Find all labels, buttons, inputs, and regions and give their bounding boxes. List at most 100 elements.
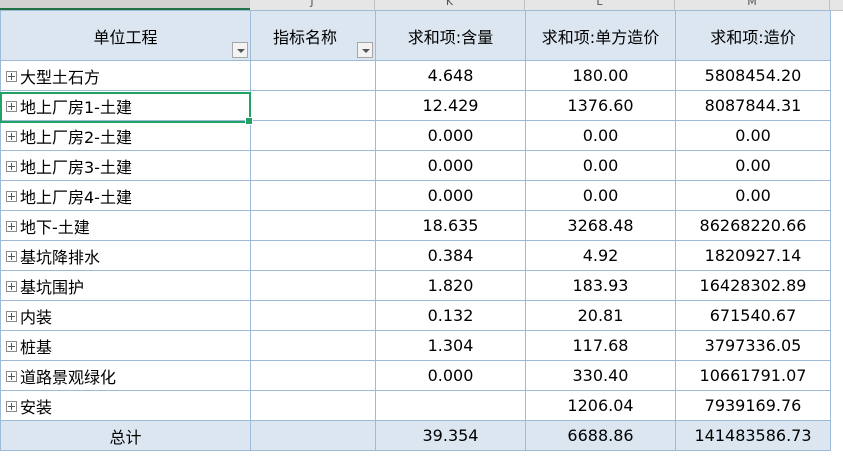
column-header-l[interactable]: L [525, 0, 675, 10]
row-label-cell[interactable]: 地上厂房1-土建 [0, 90, 251, 121]
row-label-cell[interactable]: 地上厂房4-土建 [0, 180, 251, 211]
unit-cost-cell[interactable]: 4.92 [525, 240, 676, 271]
cost-cell[interactable]: 0.00 [675, 120, 831, 151]
selected-column-highlight [0, 0, 250, 10]
indicator-cell[interactable] [250, 270, 376, 301]
total-cost-cell[interactable]: 141483586.73 [675, 420, 831, 451]
row-label-cell[interactable]: 内装 [0, 300, 251, 331]
filter-dropdown-icon[interactable] [357, 42, 373, 58]
row-label-cell[interactable]: 地下-土建 [0, 210, 251, 241]
expand-icon[interactable] [6, 190, 17, 202]
row-label: 地下-土建 [20, 217, 90, 237]
content-cell[interactable]: 1.820 [375, 270, 526, 301]
unit-cost-cell[interactable]: 0.00 [525, 120, 676, 151]
unit-cost-cell[interactable]: 1206.04 [525, 390, 676, 421]
header-cell-cost[interactable]: 求和项:造价 [675, 10, 831, 61]
indicator-cell[interactable] [250, 120, 376, 151]
expand-icon[interactable] [6, 310, 17, 322]
content-cell[interactable]: 4.648 [375, 60, 526, 91]
indicator-cell[interactable] [250, 360, 376, 391]
column-header-j[interactable]: J [250, 0, 375, 10]
unit-cost-cell[interactable]: 0.00 [525, 150, 676, 181]
cost-cell[interactable]: 1820927.14 [675, 240, 831, 271]
row-label: 地上厂房1-土建 [20, 97, 132, 117]
row-label-cell[interactable]: 道路景观绿化 [0, 360, 251, 391]
table-row: 地上厂房1-土建 12.429 1376.60 8087844.31 [0, 90, 831, 121]
unit-cost-cell[interactable]: 3268.48 [525, 210, 676, 241]
row-label-cell[interactable]: 地上厂房3-土建 [0, 150, 251, 181]
unit-cost-cell[interactable]: 180.00 [525, 60, 676, 91]
column-header-k[interactable]: K [375, 0, 525, 10]
indicator-cell[interactable] [250, 150, 376, 181]
row-label-cell[interactable]: 大型土石方 [0, 60, 251, 91]
unit-cost-cell[interactable]: 117.68 [525, 330, 676, 361]
column-header-m[interactable]: M [675, 0, 830, 10]
cost-cell[interactable]: 5808454.20 [675, 60, 831, 91]
table-row: 地上厂房4-土建 0.000 0.00 0.00 [0, 180, 831, 211]
expand-icon[interactable] [6, 250, 17, 262]
indicator-cell[interactable] [250, 330, 376, 361]
content-cell[interactable]: 0.000 [375, 120, 526, 151]
expand-icon[interactable] [6, 340, 17, 352]
row-label-cell[interactable]: 桩基 [0, 330, 251, 361]
row-label-cell[interactable]: 地上厂房2-土建 [0, 120, 251, 151]
expand-icon[interactable] [6, 280, 17, 292]
row-label: 桩基 [20, 337, 53, 357]
cost-cell[interactable]: 7939169.76 [675, 390, 831, 421]
expand-icon[interactable] [6, 100, 17, 112]
cost-cell[interactable]: 8087844.31 [675, 90, 831, 121]
expand-icon[interactable] [6, 220, 17, 232]
total-unit-cost-cell[interactable]: 6688.86 [525, 420, 676, 451]
indicator-cell[interactable] [250, 60, 376, 91]
content-cell[interactable]: 1.304 [375, 330, 526, 361]
indicator-cell[interactable] [250, 390, 376, 421]
cost-cell[interactable]: 3797336.05 [675, 330, 831, 361]
header-cell-indicator[interactable]: 指标名称 [250, 10, 376, 61]
unit-cost-cell[interactable]: 330.40 [525, 360, 676, 391]
indicator-cell[interactable] [250, 240, 376, 271]
unit-cost-cell[interactable]: 183.93 [525, 270, 676, 301]
expand-icon[interactable] [6, 370, 17, 382]
content-cell[interactable]: 18.635 [375, 210, 526, 241]
expand-icon[interactable] [6, 130, 17, 142]
filter-dropdown-icon[interactable] [232, 42, 248, 58]
cost-cell[interactable]: 10661791.07 [675, 360, 831, 391]
content-cell[interactable] [375, 390, 526, 421]
content-cell[interactable]: 0.000 [375, 360, 526, 391]
content-cell[interactable]: 0.132 [375, 300, 526, 331]
unit-cost-cell[interactable]: 0.00 [525, 180, 676, 211]
indicator-cell[interactable] [250, 300, 376, 331]
table-row: 地上厂房2-土建 0.000 0.00 0.00 [0, 120, 831, 151]
content-cell[interactable]: 12.429 [375, 90, 526, 121]
indicator-cell[interactable] [250, 180, 376, 211]
unit-cost-cell[interactable]: 1376.60 [525, 90, 676, 121]
expand-icon[interactable] [6, 70, 17, 82]
row-label: 地上厂房4-土建 [20, 187, 132, 207]
indicator-cell[interactable] [250, 210, 376, 241]
cost-cell[interactable]: 16428302.89 [675, 270, 831, 301]
content-cell[interactable]: 0.000 [375, 180, 526, 211]
row-label-cell[interactable]: 基坑降排水 [0, 240, 251, 271]
cost-cell[interactable]: 0.00 [675, 180, 831, 211]
cost-cell[interactable]: 86268220.66 [675, 210, 831, 241]
header-cell-unit[interactable]: 单位工程 [0, 10, 251, 61]
header-cell-content[interactable]: 求和项:含量 [375, 10, 526, 61]
table-row: 基坑降排水 0.384 4.92 1820927.14 [0, 240, 831, 271]
table-row: 安装 1206.04 7939169.76 [0, 390, 831, 421]
row-label-cell[interactable]: 安装 [0, 390, 251, 421]
header-cell-unit-cost[interactable]: 求和项:单方造价 [525, 10, 676, 61]
content-cell[interactable]: 0.000 [375, 150, 526, 181]
header-label-unit-cost: 求和项:单方造价 [541, 27, 660, 47]
row-label: 内装 [20, 307, 53, 327]
expand-icon[interactable] [6, 160, 17, 172]
cost-cell[interactable]: 0.00 [675, 150, 831, 181]
row-label-cell[interactable]: 基坑围护 [0, 270, 251, 301]
cost-cell[interactable]: 671540.67 [675, 300, 831, 331]
total-label-cell[interactable]: 总计 [0, 420, 251, 451]
indicator-cell[interactable] [250, 90, 376, 121]
content-cell[interactable]: 0.384 [375, 240, 526, 271]
total-content-cell[interactable]: 39.354 [375, 420, 526, 451]
unit-cost-cell[interactable]: 20.81 [525, 300, 676, 331]
expand-icon[interactable] [6, 400, 17, 412]
total-indicator-cell[interactable] [250, 420, 376, 451]
